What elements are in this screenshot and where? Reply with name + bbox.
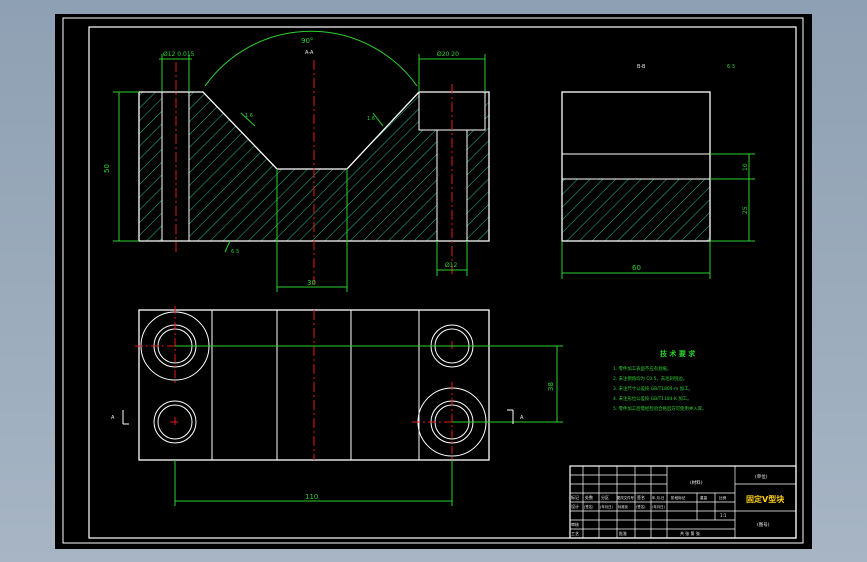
note-5: 5. 零件加工后需经检验合格后方可使用并入库。: [613, 405, 706, 412]
dim-side-h1: 10: [742, 163, 749, 171]
note-4: 4. 未注形位公差按 GB/T1184-K 加工。: [613, 395, 692, 402]
tb-mark-2: 处数: [585, 494, 593, 500]
technical-notes: 技 术 要 求 1. 零件加工表面不应有划痕。 2. 未注倒角均为 C0.5，去…: [613, 349, 706, 412]
technical-drawing: 90° A-A Ø12 0.015 Ø20 20 50 30 Ø12 1.6 1…: [62, 17, 804, 544]
tb-craft: 工艺: [571, 531, 579, 536]
dim-plan-height: 38: [547, 382, 555, 391]
tb-design-5: (签名): [636, 504, 646, 509]
tb-design-4: 标准化: [618, 504, 629, 509]
tb-org: (单位): [755, 473, 768, 480]
note-2: 2. 未注倒角均为 C0.5，去毛刺锐边。: [613, 375, 687, 382]
roughness-right: 1.6: [367, 116, 375, 122]
tb-weight: 重量: [700, 495, 708, 500]
dim-hole-bottom: Ø12: [445, 262, 458, 269]
tb-scale: 1:1: [720, 513, 727, 518]
notes-title: 技 术 要 求: [660, 349, 696, 358]
label-side-view: B-B: [637, 64, 646, 70]
dim-bore-left: Ø12 0.015: [163, 51, 195, 58]
tb-sheet-info: 共 张 第 张: [680, 530, 700, 536]
dim-counterbore: Ø20 20: [437, 51, 459, 58]
tb-mark-5: 签名: [637, 494, 645, 500]
tb-mark-3: 分区: [601, 494, 609, 500]
tb-design-3: (年月日): [600, 504, 613, 509]
dim-slot-width: 30: [307, 279, 316, 287]
tb-design-2: (签名): [584, 504, 594, 509]
dim-plan-width: 110: [305, 493, 318, 501]
roughness-base: 6.3: [231, 249, 239, 255]
tb-mark-6: 年.月.日: [652, 495, 664, 500]
tb-stage: 阶段标记: [671, 495, 686, 500]
dim-height: 50: [103, 164, 111, 173]
roughness-left: 1.6: [245, 113, 253, 119]
front-section-view: 90° A-A Ø12 0.015 Ø20 20 50 30 Ø12 1.6 1…: [103, 30, 735, 292]
tb-mark-1: 标记: [571, 494, 579, 500]
note-1: 1. 零件加工表面不应有划痕。: [613, 365, 671, 372]
tb-part-name: 固定V型块: [746, 494, 785, 504]
tb-approve: 批准: [619, 530, 627, 536]
tb-design-1: 设计: [571, 503, 579, 509]
side-view: B-B 10 25 60: [561, 64, 755, 279]
mark-a-left: A: [111, 415, 115, 421]
label-view-a: A-A: [305, 50, 314, 56]
dim-side-width: 60: [632, 264, 641, 272]
tb-mark-4: 更改文件号: [617, 495, 635, 500]
tb-drawing-no: (图号): [757, 522, 770, 528]
tb-design-6: (年月日): [652, 504, 665, 509]
roughness-general: 6.3: [727, 64, 735, 70]
side-hatch: [562, 179, 710, 241]
tb-check: 审核: [571, 521, 579, 527]
drawing-canvas: 90° A-A Ø12 0.015 Ø20 20 50 30 Ø12 1.6 1…: [55, 14, 812, 549]
plan-view: 38 110 A A: [111, 306, 563, 506]
tb-ratio: 比例: [719, 495, 727, 500]
dim-side-h2: 25: [742, 206, 749, 214]
tb-material: (材料): [690, 479, 703, 486]
mark-a-right: A: [520, 415, 524, 421]
title-block: 标记 处数 分区 更改文件号 签名 年.月.日 设计 (签名) (年月日) 标准…: [569, 465, 797, 539]
dim-angle: 90°: [301, 37, 313, 45]
note-3: 3. 未注尺寸公差按 GB/T1804-m 加工。: [613, 385, 693, 392]
